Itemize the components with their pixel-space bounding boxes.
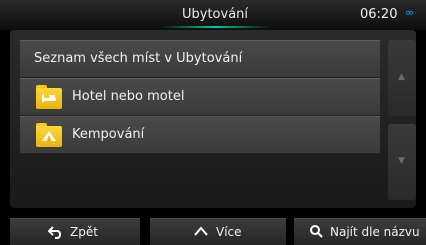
top-bar: Ubytování 06:20 ∞ bbox=[0, 0, 426, 30]
list-item-label: Seznam všech míst v Ubytování bbox=[34, 51, 243, 66]
back-arrow-icon bbox=[48, 226, 62, 239]
clock: 06:20 bbox=[360, 7, 398, 22]
screen: Ubytování 06:20 ∞ Seznam všech míst v Ub… bbox=[0, 0, 426, 245]
search-by-name-button[interactable]: Najít dle názvu bbox=[294, 218, 426, 245]
more-button[interactable]: Více bbox=[150, 218, 286, 245]
back-label: Zpět bbox=[70, 225, 98, 239]
chevron-up-icon bbox=[194, 226, 208, 236]
list-item-label: Kempování bbox=[72, 127, 145, 142]
title-underline bbox=[160, 26, 270, 28]
list-item-camping[interactable]: Kempování bbox=[20, 116, 380, 154]
folder-icon bbox=[36, 123, 62, 147]
list-item-all-places[interactable]: Seznam všech míst v Ubytování bbox=[20, 40, 380, 78]
infinity-icon: ∞ bbox=[405, 6, 415, 19]
more-label: Více bbox=[216, 225, 242, 239]
back-button[interactable]: Zpět bbox=[10, 218, 140, 245]
triangle-down-icon: ▼ bbox=[398, 156, 405, 166]
scroll-up-button[interactable]: ▲ bbox=[388, 40, 416, 116]
bed-icon bbox=[42, 94, 56, 102]
triangle-up-icon: ▲ bbox=[398, 72, 405, 82]
scroll-down-button[interactable]: ▼ bbox=[388, 124, 416, 200]
list-item-hotel-motel[interactable]: Hotel nebo motel bbox=[20, 78, 380, 116]
folder-icon bbox=[36, 85, 62, 109]
list-item-label: Hotel nebo motel bbox=[72, 89, 185, 104]
page-title: Ubytování bbox=[181, 7, 249, 22]
search-label: Najít dle názvu bbox=[330, 225, 420, 239]
search-icon bbox=[310, 225, 323, 238]
tent-icon bbox=[42, 131, 56, 141]
